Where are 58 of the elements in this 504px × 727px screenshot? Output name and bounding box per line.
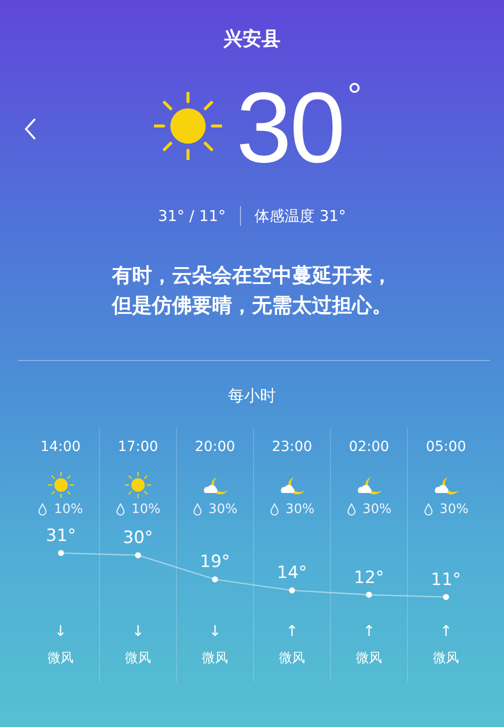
hourly-title: 每小时 xyxy=(227,385,277,407)
drop-icon xyxy=(424,503,433,516)
forecast-text: 有时，云朵会在空中蔓延开来， xyxy=(112,262,392,289)
wind-direction: ↑ xyxy=(362,622,376,642)
rain-chance: 30% xyxy=(362,502,392,517)
wind-direction: ↓ xyxy=(132,622,144,642)
rain-chance: 30% xyxy=(286,502,314,517)
city-title: 兴安县 xyxy=(224,27,280,52)
temperature-dot xyxy=(289,587,295,594)
moon-cloud-icon xyxy=(433,475,459,495)
temperature-label: 11° xyxy=(430,570,462,590)
wind-strength: 微风 xyxy=(279,650,305,667)
drop-icon xyxy=(116,503,125,516)
wind-strength: 微风 xyxy=(356,650,382,667)
feels-like-temperature: 体感温度 31° xyxy=(254,206,346,226)
wind-strength: 微风 xyxy=(202,650,228,667)
moon-cloud-icon xyxy=(279,475,305,495)
wind-direction: ↓ xyxy=(208,622,222,642)
high-low-temperature: 31° / 11° xyxy=(158,207,226,225)
rain-chance: 30% xyxy=(208,502,238,517)
moon-cloud-icon xyxy=(356,475,382,495)
degree-symbol: ° xyxy=(347,78,362,114)
drop-icon xyxy=(38,503,48,516)
sun-icon xyxy=(48,472,74,498)
temperature-label: 14° xyxy=(276,563,308,584)
temperature-label: 30° xyxy=(122,528,154,548)
wind-direction: ↓ xyxy=(54,622,67,642)
hour-time: 02:00 xyxy=(348,439,390,457)
sun-icon xyxy=(125,472,151,498)
temperature-label: 12° xyxy=(352,568,386,588)
forecast-text: 但是仿佛要晴，无需太过担心。 xyxy=(112,292,392,319)
temperature-label: 31° xyxy=(44,526,78,546)
temperature-label: 19° xyxy=(198,552,232,572)
temperature-dot xyxy=(443,594,449,600)
temperature-dot xyxy=(58,550,64,556)
hour-time: 14:00 xyxy=(40,439,81,457)
wind-strength: 微风 xyxy=(48,650,74,667)
hour-time: 17:00 xyxy=(118,439,158,457)
rain-chance: 30% xyxy=(440,502,468,517)
rain-chance: 10% xyxy=(132,502,160,517)
temperature-dot xyxy=(212,576,218,582)
hour-time: 05:00 xyxy=(426,439,466,457)
drop-icon xyxy=(270,503,279,516)
wind-direction: ↑ xyxy=(440,622,452,642)
wind-strength: 微风 xyxy=(433,650,459,667)
drop-icon xyxy=(346,503,356,516)
temperature-dot xyxy=(135,552,141,558)
drop-icon xyxy=(192,503,202,516)
wind-strength: 微风 xyxy=(125,650,151,667)
hour-time: 20:00 xyxy=(194,439,236,457)
chevron-icon xyxy=(24,118,37,140)
temperature-value: 30 xyxy=(236,78,344,178)
sun-icon xyxy=(154,92,222,160)
temperature-dot xyxy=(366,592,372,598)
moon-cloud-icon xyxy=(202,475,228,495)
rain-chance: 10% xyxy=(54,502,83,517)
wind-direction: ↑ xyxy=(286,622,298,642)
hour-time: 23:00 xyxy=(272,439,312,457)
